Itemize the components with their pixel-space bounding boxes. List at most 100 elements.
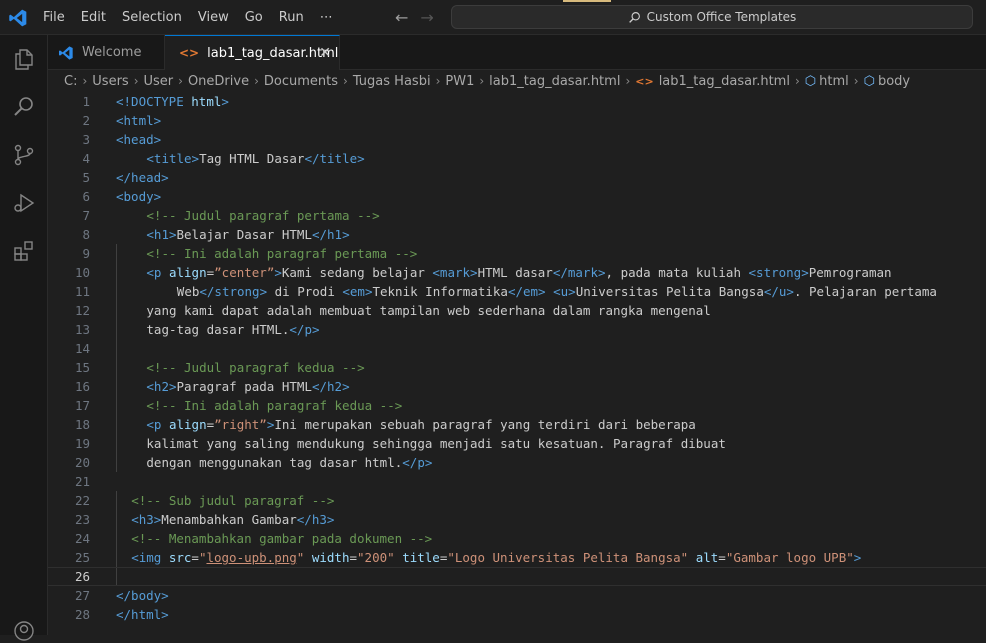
code-line[interactable]: 8 <h1>Belajar Dasar HTML</h1> [48, 225, 986, 244]
line-number[interactable]: 22 [48, 491, 90, 510]
line-number[interactable]: 20 [48, 453, 90, 472]
breadcrumb-item[interactable]: html [819, 74, 849, 89]
breadcrumb-item[interactable]: Documents [264, 74, 338, 89]
source-control-icon[interactable] [12, 143, 36, 167]
code-token: <!-- Menambahkan gambar pada dokumen --> [131, 531, 433, 546]
code-line[interactable]: 21 [48, 472, 986, 491]
code-line[interactable]: 12 yang kami dapat adalah membuat tampila… [48, 301, 986, 320]
code-editor[interactable]: 1 <!DOCTYPE html> 2 <html> 3 <head> 4 <title>Ta… [48, 92, 986, 635]
menu-edit[interactable]: Edit [73, 10, 114, 25]
line-number[interactable]: 16 [48, 377, 90, 396]
account-icon[interactable] [12, 619, 36, 643]
extensions-icon[interactable] [12, 239, 36, 263]
code-line[interactable]: 17 <!-- Ini adalah paragraf kedua --> [48, 396, 986, 415]
vscode-logo-icon[interactable] [8, 8, 28, 28]
tab-welcome[interactable]: Welcome [48, 35, 165, 70]
line-number[interactable]: 4 [48, 149, 90, 168]
code-token: align [168, 417, 207, 432]
code-line[interactable]: 13 tag-tag dasar HTML.</p> [48, 320, 986, 339]
code-line[interactable]: 4 <title>Tag HTML Dasar</title> [48, 149, 986, 168]
code-text: tag-tag dasar HTML.</p> [146, 320, 319, 339]
breadcrumb-item[interactable]: OneDrive [188, 74, 249, 89]
line-number[interactable]: 3 [48, 130, 90, 149]
line-number[interactable]: 8 [48, 225, 90, 244]
forward-arrow-icon[interactable]: → [420, 8, 433, 27]
code-line[interactable]: 11 Web</strong> di Prodi <em>Teknik Infor… [48, 282, 986, 301]
code-line[interactable]: 7 <!-- Judul paragraf pertama --> [48, 206, 986, 225]
code-line[interactable]: 16 <h2>Paragraf pada HTML</h2> [48, 377, 986, 396]
tab-lab1-tag-dasar[interactable]: <> lab1_tag_dasar.html ✕ [165, 35, 340, 70]
code-text: <img src="logo-upb.png" width="200" titl… [131, 548, 861, 567]
line-number[interactable]: 26 [48, 567, 90, 586]
element-icon: ⬡ [863, 73, 875, 89]
code-line[interactable]: 27 </body> [48, 586, 986, 605]
code-line[interactable]: 24 <!-- Menambahkan gambar pada dokumen -… [48, 529, 986, 548]
close-icon[interactable]: ✕ [319, 45, 331, 61]
search-sidebar-icon[interactable] [12, 95, 36, 119]
line-number[interactable]: 7 [48, 206, 90, 225]
explorer-icon[interactable] [12, 47, 36, 71]
menu-selection[interactable]: Selection [114, 10, 190, 25]
line-number[interactable]: 24 [48, 529, 90, 548]
code-line[interactable]: 6 <body> [48, 187, 986, 206]
code-line[interactable]: 3 <head> [48, 130, 986, 149]
code-token: Belajar Dasar HTML [176, 227, 312, 242]
breadcrumb-item[interactable]: User [144, 74, 174, 89]
line-number[interactable]: 27 [48, 586, 90, 605]
code-token: </strong> [199, 284, 268, 299]
breadcrumb-item[interactable]: Users [92, 74, 128, 89]
line-number[interactable]: 13 [48, 320, 90, 339]
breadcrumb-item[interactable]: PW1 [445, 74, 474, 89]
breadcrumb-item[interactable]: lab1_tag_dasar.html [489, 74, 620, 89]
code-line[interactable]: 1 <!DOCTYPE html> [48, 92, 986, 111]
line-number[interactable]: 18 [48, 415, 90, 434]
line-number[interactable]: 5 [48, 168, 90, 187]
code-line[interactable]: 20 dengan menggunakan tag dasar html.</p> [48, 453, 986, 472]
back-arrow-icon[interactable]: ← [395, 8, 408, 27]
code-token: > [221, 94, 229, 109]
line-number[interactable]: 25 [48, 548, 90, 567]
line-number[interactable]: 1 [48, 92, 90, 111]
line-number[interactable]: 6 [48, 187, 90, 206]
menu-more[interactable]: ⋯ [312, 10, 341, 25]
code-line[interactable]: 10 <p align=”center”>Kami sedang belajar … [48, 263, 986, 282]
breadcrumb-item[interactable]: Tugas Hasbi [353, 74, 431, 89]
menu-file[interactable]: File [35, 10, 73, 25]
code-line[interactable]: 19 kalimat yang saling mendukung sehingga… [48, 434, 986, 453]
line-number[interactable]: 23 [48, 510, 90, 529]
code-line[interactable]: 23 <h3>Menambahkan Gambar</h3> [48, 510, 986, 529]
line-number[interactable]: 17 [48, 396, 90, 415]
breadcrumb-item[interactable]: body [878, 74, 910, 89]
line-number[interactable]: 28 [48, 605, 90, 624]
code-line[interactable]: 25 <img src="logo-upb.png" width="200" ti… [48, 548, 986, 567]
code-text: kalimat yang saling mendukung sehingga m… [146, 434, 725, 453]
code-line[interactable]: 15 <!-- Judul paragraf kedua --> [48, 358, 986, 377]
line-number[interactable]: 15 [48, 358, 90, 377]
menu-go[interactable]: Go [237, 10, 271, 25]
line-number[interactable]: 2 [48, 111, 90, 130]
code-line[interactable]: 2 <html> [48, 111, 986, 130]
breadcrumb-item[interactable]: lab1_tag_dasar.html [659, 74, 790, 89]
line-number[interactable]: 10 [48, 263, 90, 282]
code-line[interactable]: 22 <!-- Sub judul paragraf --> [48, 491, 986, 510]
code-token: , pada mata kuliah [605, 265, 749, 280]
code-token: <title> [146, 151, 200, 166]
line-number[interactable]: 11 [48, 282, 90, 301]
line-number[interactable]: 12 [48, 301, 90, 320]
breadcrumb-item[interactable]: C: [64, 74, 77, 89]
run-debug-icon[interactable] [12, 191, 36, 215]
code-line[interactable]: 9 <!-- Ini adalah paragraf pertama --> [48, 244, 986, 263]
code-line[interactable]: 28 </html> [48, 605, 986, 624]
line-number[interactable]: 14 [48, 339, 90, 358]
menu-view[interactable]: View [190, 10, 237, 25]
code-line[interactable]: 26 [48, 567, 986, 586]
line-number[interactable]: 9 [48, 244, 90, 263]
code-line[interactable]: 18 <p align=”right”>Ini merupakan sebuah … [48, 415, 986, 434]
command-center-search[interactable]: Custom Office Templates [451, 5, 973, 29]
line-number[interactable]: 21 [48, 472, 90, 491]
code-line[interactable]: 14 [48, 339, 986, 358]
code-line[interactable]: 5 </head> [48, 168, 986, 187]
line-number[interactable]: 19 [48, 434, 90, 453]
menu-run[interactable]: Run [271, 10, 312, 25]
code-token: = [206, 417, 215, 432]
